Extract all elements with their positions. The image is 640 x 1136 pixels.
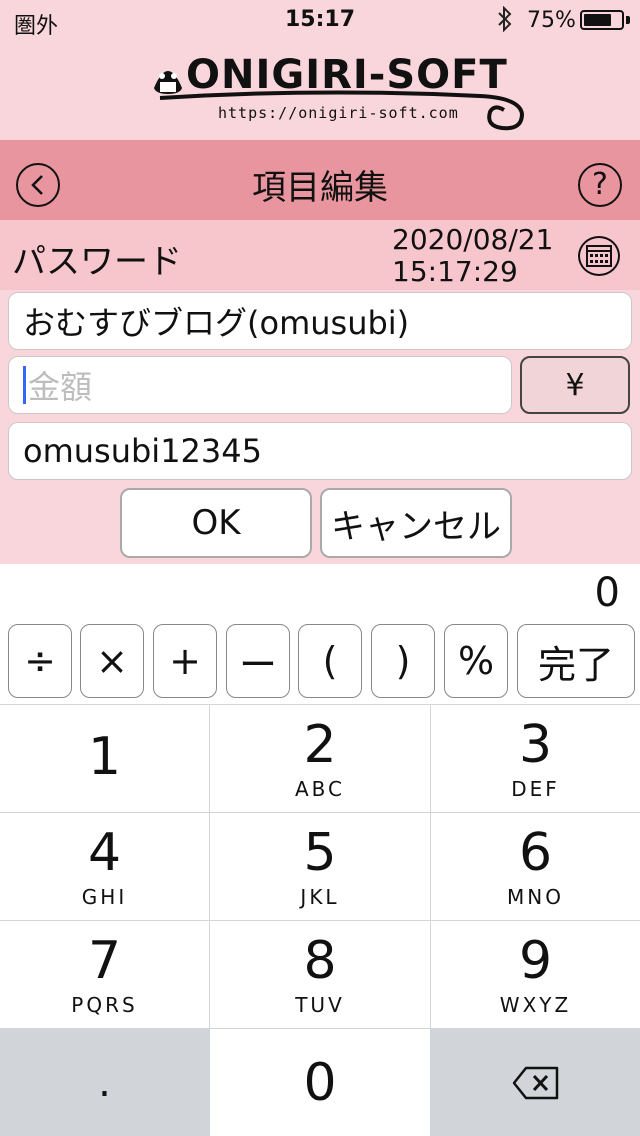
page-title: 項目編集 bbox=[252, 168, 388, 208]
status-bar: 圏外 15:17 75% bbox=[0, 0, 640, 40]
key-digit: 4 bbox=[87, 822, 122, 883]
key-letters: JKL bbox=[300, 884, 340, 909]
key-5[interactable]: 5 JKL bbox=[210, 813, 430, 920]
decimal-key[interactable]: . bbox=[0, 1029, 209, 1136]
app-logo: ONIGIRI-SOFT https://onigiri-soft.com bbox=[150, 48, 530, 134]
key-3[interactable]: 3 DEF bbox=[431, 705, 640, 812]
key-digit: 9 bbox=[518, 930, 553, 991]
memo-field[interactable]: omusubi12345 bbox=[8, 422, 632, 480]
bluetooth-icon bbox=[496, 5, 514, 38]
calendar-icon bbox=[586, 245, 612, 267]
key-letters: PQRS bbox=[71, 992, 138, 1017]
key-0[interactable]: 0 bbox=[210, 1029, 430, 1136]
key-letters: ABC bbox=[294, 776, 345, 801]
key-letters: MNO bbox=[507, 884, 564, 909]
key-digit: 7 bbox=[87, 930, 122, 991]
ok-button[interactable]: OK bbox=[120, 488, 312, 558]
plus-key[interactable]: + bbox=[153, 624, 217, 698]
backspace-key[interactable] bbox=[431, 1029, 640, 1136]
key-letters: TUV bbox=[295, 992, 345, 1017]
divide-key[interactable]: ÷ bbox=[8, 624, 72, 698]
key-digit: 3 bbox=[518, 714, 553, 775]
amount-placeholder: 金額 bbox=[28, 368, 93, 406]
battery-percent: 75% bbox=[527, 8, 576, 33]
key-digit: 8 bbox=[303, 930, 337, 991]
battery-tip bbox=[626, 16, 630, 24]
key-letters: DEF bbox=[511, 776, 560, 801]
key-2[interactable]: 2 ABC bbox=[210, 705, 430, 812]
key-digit: 6 bbox=[518, 822, 553, 883]
item-name-field[interactable]: おむすびブログ(omusubi) bbox=[8, 292, 632, 350]
category-label[interactable]: パスワード bbox=[12, 234, 182, 283]
logo-url: https://onigiri-soft.com bbox=[218, 104, 459, 122]
logo-wordmark: ONIGIRI-SOFT bbox=[186, 52, 508, 98]
help-icon: ? bbox=[592, 167, 608, 202]
key-digit: 0 bbox=[303, 1052, 337, 1113]
key-9[interactable]: 9 WXYZ bbox=[431, 921, 640, 1028]
amount-input[interactable]: 金額 bbox=[8, 356, 512, 414]
entry-date: 2020/08/21 bbox=[392, 223, 554, 256]
calculator-display: 0 bbox=[594, 570, 620, 616]
cancel-button[interactable]: キャンセル bbox=[320, 488, 512, 558]
entry-time: 15:17:29 bbox=[392, 255, 518, 288]
percent-key[interactable]: % bbox=[444, 624, 508, 698]
key-6[interactable]: 6 MNO bbox=[431, 813, 640, 920]
battery-icon bbox=[580, 10, 624, 30]
key-1[interactable]: 1 bbox=[0, 705, 209, 812]
open-paren-key[interactable]: ( bbox=[298, 624, 362, 698]
multiply-key[interactable]: × bbox=[80, 624, 144, 698]
backspace-icon bbox=[512, 1066, 558, 1099]
key-8[interactable]: 8 TUV bbox=[210, 921, 430, 1028]
minus-key[interactable]: ー bbox=[226, 624, 290, 698]
entry-datetime[interactable]: 2020/08/21 15:17:29 bbox=[392, 224, 553, 288]
calendar-button[interactable] bbox=[578, 236, 620, 276]
done-key[interactable]: 完了 bbox=[517, 624, 635, 698]
key-letters: GHI bbox=[81, 884, 128, 909]
currency-button[interactable]: ¥ bbox=[520, 356, 630, 414]
text-cursor bbox=[23, 366, 26, 404]
close-paren-key[interactable]: ) bbox=[371, 624, 435, 698]
help-button[interactable]: ? bbox=[578, 163, 622, 207]
key-digit: 5 bbox=[303, 822, 337, 883]
key-7[interactable]: 7 PQRS bbox=[0, 921, 209, 1028]
key-4[interactable]: 4 GHI bbox=[0, 813, 209, 920]
key-digit: 2 bbox=[303, 714, 337, 775]
key-digit: 1 bbox=[87, 726, 122, 787]
key-letters: WXYZ bbox=[499, 992, 572, 1017]
